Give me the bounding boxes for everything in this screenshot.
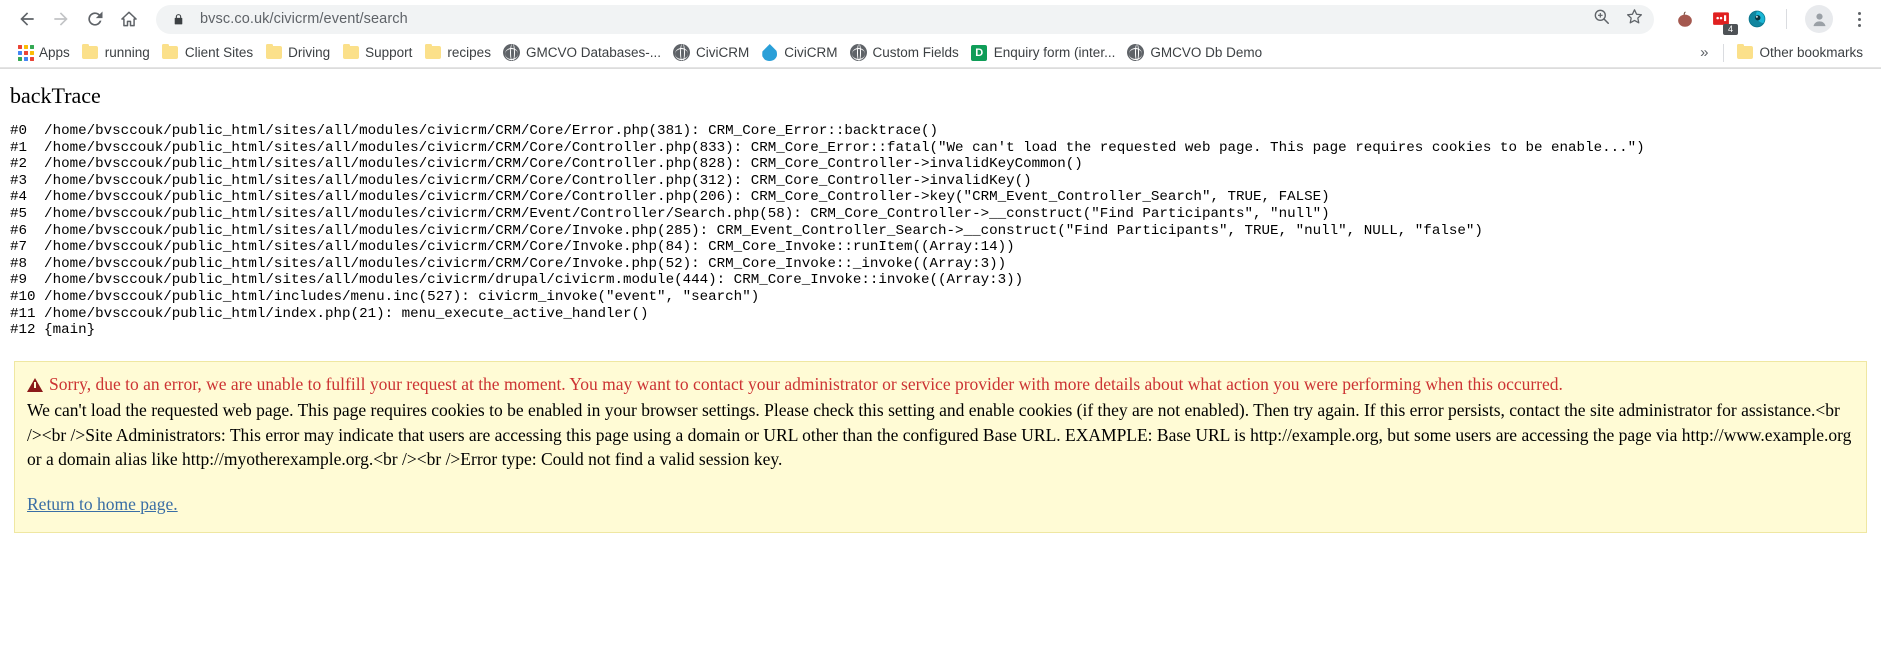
bookmarks-overflow-area: » Other bookmarks [1687, 41, 1871, 64]
bookmark-item-gmcvo-databases[interactable]: GMCVO Databases-... [499, 41, 669, 64]
warning-triangle-icon [27, 377, 43, 392]
drupal-drop-icon [761, 44, 778, 61]
folder-icon [1736, 43, 1753, 61]
bookmark-label: GMCVO Db Demo [1150, 45, 1263, 60]
page-title: backTrace [10, 83, 101, 108]
bookmark-label: Custom Fields [872, 45, 959, 60]
bookmark-apps-label: Apps [39, 45, 70, 60]
red-note-icon[interactable]: 4 [1710, 8, 1738, 35]
error-headline-text: Sorry, due to an error, we are unable to… [49, 373, 1563, 394]
bookmark-item-running[interactable]: running [78, 41, 158, 64]
chrome-menu-button[interactable] [1847, 6, 1871, 32]
bookmark-label: recipes [447, 45, 491, 60]
bookmark-label: Enquiry form (inter... [993, 45, 1116, 60]
reload-button[interactable] [78, 2, 112, 36]
error-headline: Sorry, due to an error, we are unable to… [27, 372, 1854, 397]
bookmarks-bar: Apps running Client Sites Driving Suppor… [0, 38, 1881, 68]
profile-avatar[interactable] [1805, 5, 1833, 33]
error-body: We can't load the requested web page. Th… [27, 400, 1852, 470]
return-home-link[interactable]: Return to home page. [27, 492, 1854, 517]
star-icon[interactable] [1625, 7, 1644, 31]
forward-button[interactable] [44, 2, 78, 36]
browser-toolbar: bvsc.co.uk/civicrm/event/search 4 [0, 0, 1881, 38]
google-docs-icon: D [971, 44, 988, 61]
page-content: backTrace #0 /home/bvsccouk/public_html/… [0, 69, 1881, 665]
bookmark-label: Support [365, 45, 413, 60]
bookmark-label: Client Sites [184, 45, 254, 60]
bookmark-label: Driving [288, 45, 331, 60]
bookmark-item-custom-fields[interactable]: Custom Fields [846, 41, 967, 64]
folder-icon [265, 43, 282, 61]
bookmarks-overflow-chevron[interactable]: » [1693, 42, 1715, 63]
bookmark-label: running [104, 45, 150, 60]
folder-icon [82, 43, 99, 61]
address-bar[interactable]: bvsc.co.uk/civicrm/event/search [156, 4, 1654, 34]
other-bookmarks-label: Other bookmarks [1759, 45, 1863, 60]
browser-chrome: bvsc.co.uk/civicrm/event/search 4 Apps r… [0, 0, 1881, 69]
lock-icon [170, 11, 186, 27]
globe-icon [673, 44, 690, 61]
error-message-box: Sorry, due to an error, we are unable to… [14, 360, 1867, 534]
extension-badge-count: 4 [1723, 24, 1738, 35]
bookmark-item-enquiry-form[interactable]: D Enquiry form (inter... [967, 41, 1124, 64]
bookmark-item-recipes[interactable]: recipes [420, 41, 499, 64]
bookmark-item-gmcvo-db-demo[interactable]: GMCVO Db Demo [1123, 41, 1270, 64]
bookmark-label: GMCVO Databases-... [525, 45, 661, 60]
bookmark-item-client-sites[interactable]: Client Sites [158, 41, 261, 64]
globe-icon [1127, 44, 1145, 61]
tomato-icon[interactable] [1674, 8, 1696, 30]
bookmark-label: CiviCRM [696, 45, 750, 60]
back-button[interactable] [10, 2, 44, 36]
other-bookmarks-button[interactable]: Other bookmarks [1732, 41, 1871, 64]
bookmark-label: CiviCRM [784, 45, 838, 60]
blue-eye-icon[interactable] [1746, 8, 1768, 30]
bookmarks-divider [1723, 43, 1725, 62]
folder-icon [424, 43, 441, 61]
globe-icon [502, 44, 520, 61]
bookmark-item-support[interactable]: Support [338, 41, 420, 64]
folder-icon [342, 43, 359, 61]
bookmark-item-civicrm-drupal[interactable]: CiviCRM [757, 41, 845, 64]
home-button[interactable] [112, 2, 146, 36]
toolbar-divider [1786, 9, 1787, 29]
extension-toolbar: 4 [1662, 5, 1871, 35]
bookmark-item-driving[interactable]: Driving [261, 41, 338, 64]
zoom-magnifier-icon[interactable] [1592, 7, 1611, 31]
apps-grid-icon [16, 44, 34, 61]
bookmark-apps[interactable]: Apps [12, 41, 78, 64]
globe-icon [849, 44, 867, 61]
folder-icon [162, 43, 179, 61]
bookmark-item-civicrm[interactable]: CiviCRM [669, 41, 757, 64]
url-text: bvsc.co.uk/civicrm/event/search [200, 11, 408, 27]
omnibox-actions [1582, 7, 1644, 31]
backtrace-block: #0 /home/bvsccouk/public_html/sites/all/… [10, 123, 1645, 339]
